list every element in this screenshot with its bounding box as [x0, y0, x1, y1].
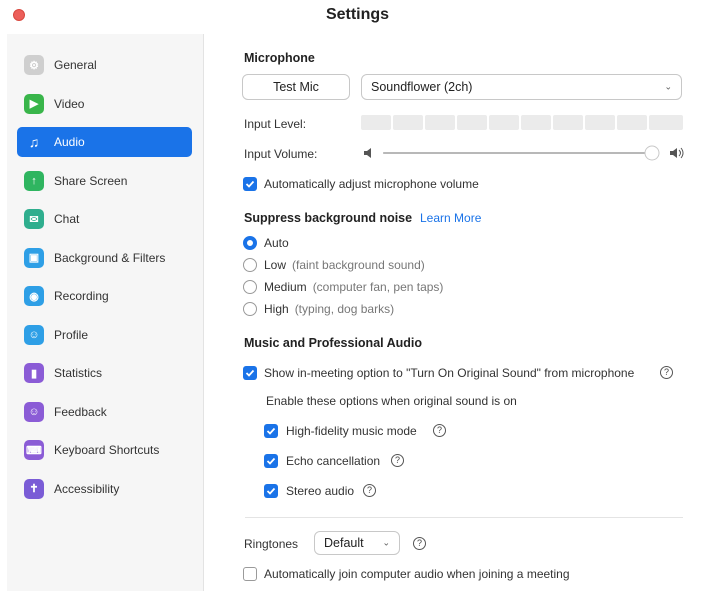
close-window-button[interactable] — [13, 9, 25, 21]
profile-icon: ☺ — [24, 324, 44, 345]
video-camera-icon: ▶ — [24, 93, 44, 114]
checkmark-icon — [245, 369, 255, 377]
input-volume-slider[interactable] — [363, 144, 685, 162]
microphone-device-select[interactable]: Soundflower (2ch) ⌄ — [361, 74, 682, 100]
noise-option-hint: (faint background sound) — [292, 258, 425, 272]
auto-join-audio-label: Automatically join computer audio when j… — [264, 567, 570, 581]
music-professional-audio-title: Music and Professional Audio — [244, 336, 423, 350]
headphones-icon: ♫ — [28, 134, 40, 150]
auto-adjust-volume-label: Automatically adjust microphone volume — [264, 177, 479, 191]
sidebar-item-keyboard-shortcuts[interactable]: ⌨ Keyboard Shortcuts — [17, 435, 192, 465]
sidebar-item-label: Statistics — [54, 366, 103, 380]
noise-high-radio[interactable] — [243, 302, 257, 316]
share-screen-icon: ↑ — [24, 170, 44, 191]
chevron-down-icon: ⌄ — [382, 537, 390, 548]
sidebar-item-label: Share Screen — [54, 173, 128, 188]
echo-cancellation-label: Echo cancellation — [286, 454, 381, 468]
speaker-high-icon — [670, 147, 684, 159]
noise-option-label: Low (faint background sound) — [264, 258, 425, 272]
noise-option-name: Auto — [264, 236, 289, 250]
noise-medium-radio[interactable] — [243, 280, 257, 294]
learn-more-link[interactable]: Learn More — [420, 211, 481, 225]
noise-option-name: High — [264, 302, 289, 316]
ringtones-label: Ringtones — [244, 537, 299, 551]
help-icon[interactable]: ? — [413, 537, 426, 550]
sidebar-item-audio[interactable]: ♫ Audio — [17, 127, 192, 157]
sidebar-item-label: Keyboard Shortcuts — [54, 443, 160, 457]
sidebar-item-feedback[interactable]: ☺ Feedback — [17, 397, 192, 427]
original-sound-options-label: Enable these options when original sound… — [266, 394, 517, 408]
input-volume-slider-area — [363, 144, 685, 162]
ringtones-select[interactable]: Default ⌄ — [314, 531, 400, 555]
stereo-audio-label: Stereo audio — [286, 484, 355, 498]
sidebar-item-label: Video — [54, 96, 85, 111]
high-fidelity-label: High-fidelity music mode — [286, 424, 417, 438]
noise-option-hint: (computer fan, pen taps) — [312, 280, 444, 294]
noise-option-hint: (typing, dog barks) — [294, 302, 395, 316]
sidebar-item-recording[interactable]: ◉ Recording — [17, 281, 192, 311]
echo-cancellation-checkbox[interactable] — [264, 454, 278, 468]
sidebar-item-profile[interactable]: ☺ Profile — [17, 320, 192, 350]
statistics-icon: ▮ — [24, 363, 44, 383]
checkmark-icon — [266, 457, 276, 465]
ringtones-value: Default — [324, 536, 364, 550]
microphone-device-value: Soundflower (2ch) — [371, 80, 473, 94]
window-title: Settings — [325, 6, 390, 23]
title-bar: Settings — [0, 0, 715, 30]
sidebar: ⚙ General ▶ Video ♫ Audio ↑ Share Screen ✉ Chat ▣ B… — [7, 34, 204, 591]
gear-icon: ⚙ — [24, 55, 44, 75]
help-icon[interactable]: ? — [391, 454, 404, 467]
input-volume-label: Input Volume: — [244, 147, 318, 161]
noise-option-name: Medium — [264, 280, 307, 294]
show-original-sound-checkbox[interactable] — [243, 366, 257, 380]
auto-adjust-volume-checkbox[interactable] — [243, 177, 257, 191]
sidebar-item-label: Chat — [54, 212, 80, 226]
sidebar-item-share-screen[interactable]: ↑ Share Screen — [17, 166, 192, 196]
noise-option-label: Auto — [264, 236, 289, 250]
sidebar-item-general[interactable]: ⚙ General — [17, 50, 192, 80]
checkmark-icon — [266, 487, 276, 495]
show-original-sound-label: Show in-meeting option to "Turn On Origi… — [264, 366, 635, 380]
test-mic-button[interactable]: Test Mic — [242, 74, 350, 100]
sidebar-item-background-filters[interactable]: ▣ Background & Filters — [17, 243, 192, 273]
chevron-down-icon: ⌄ — [664, 81, 672, 92]
chat-icon: ✉ — [24, 209, 44, 229]
accessibility-icon: ✝ — [24, 478, 44, 499]
sidebar-item-chat[interactable]: ✉ Chat — [17, 204, 192, 234]
help-icon[interactable]: ? — [660, 366, 673, 379]
sidebar-item-label: Recording — [54, 289, 109, 303]
checkmark-icon — [245, 180, 255, 188]
sidebar-item-label: Accessibility — [54, 481, 120, 496]
input-level-meter — [361, 115, 683, 130]
audio-settings-panel: Microphone Test Mic Soundflower (2ch) ⌄ … — [205, 34, 715, 591]
input-level-label: Input Level: — [244, 117, 307, 131]
sidebar-item-label: Feedback — [54, 404, 107, 419]
stereo-audio-checkbox[interactable] — [264, 484, 278, 498]
sidebar-item-video[interactable]: ▶ Video — [17, 89, 192, 119]
microphone-section-title: Microphone — [244, 51, 315, 65]
feedback-icon: ☺ — [24, 401, 44, 422]
help-icon[interactable]: ? — [433, 424, 446, 437]
background-icon: ▣ — [24, 247, 44, 268]
sidebar-item-label: Background & Filters — [54, 250, 166, 265]
sidebar-item-statistics[interactable]: ▮ Statistics — [17, 358, 192, 388]
divider — [245, 517, 683, 518]
noise-option-label: High (typing, dog barks) — [264, 302, 394, 316]
help-icon[interactable]: ? — [363, 484, 376, 497]
sidebar-item-accessibility[interactable]: ✝ Accessibility — [17, 474, 192, 504]
speaker-low-icon — [364, 148, 371, 158]
sidebar-item-label: Audio — [54, 135, 85, 149]
checkmark-icon — [266, 427, 276, 435]
noise-option-name: Low — [264, 258, 287, 272]
auto-join-audio-checkbox[interactable] — [243, 567, 257, 581]
sidebar-item-label: General — [54, 58, 97, 72]
noise-low-radio[interactable] — [243, 258, 257, 272]
high-fidelity-checkbox[interactable] — [264, 424, 278, 438]
sidebar-item-label: Profile — [54, 327, 89, 342]
recording-icon: ◉ — [24, 286, 44, 306]
noise-auto-radio[interactable] — [243, 236, 257, 250]
noise-option-label: Medium (computer fan, pen taps) — [264, 280, 443, 294]
suppress-noise-title: Suppress background noise — [244, 211, 413, 225]
keyboard-icon: ⌨ — [24, 440, 44, 460]
